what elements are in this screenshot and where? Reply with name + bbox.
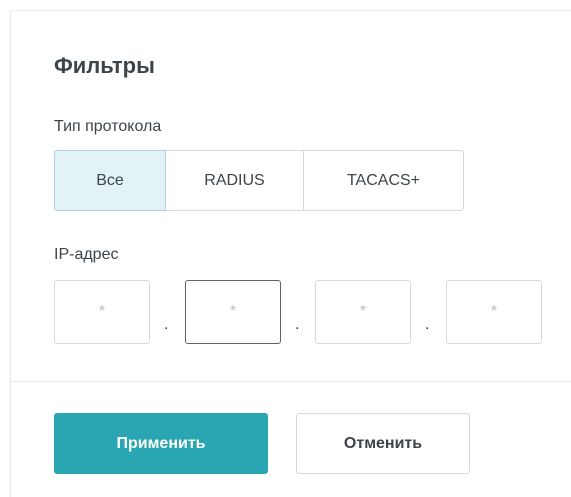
ip-separator: . <box>425 316 430 333</box>
panel-title: Фильтры <box>54 53 155 78</box>
filters-panel: Фильтры Тип протокола Все RADIUS TACACS+… <box>10 10 571 497</box>
protocol-option-radius[interactable]: RADIUS <box>166 150 304 211</box>
cancel-button[interactable]: Отменить <box>296 413 470 474</box>
ip-separator: . <box>295 316 300 333</box>
protocol-option-tacacs[interactable]: TACACS+ <box>304 150 464 211</box>
ip-address-label: IP-адрес <box>54 246 119 263</box>
protocol-option-all[interactable]: Все <box>54 150 166 211</box>
protocol-type-label: Тип протокола <box>54 118 162 135</box>
ip-separator: . <box>164 316 169 333</box>
ip-octet-3-input[interactable] <box>315 280 411 344</box>
ip-octet-4-input[interactable] <box>446 280 542 344</box>
footer-divider <box>11 381 571 382</box>
protocol-type-selector: Все RADIUS TACACS+ <box>54 150 464 211</box>
apply-button[interactable]: Применить <box>54 413 268 474</box>
ip-octet-2-input[interactable] <box>185 280 281 344</box>
ip-octet-1-input[interactable] <box>54 280 150 344</box>
